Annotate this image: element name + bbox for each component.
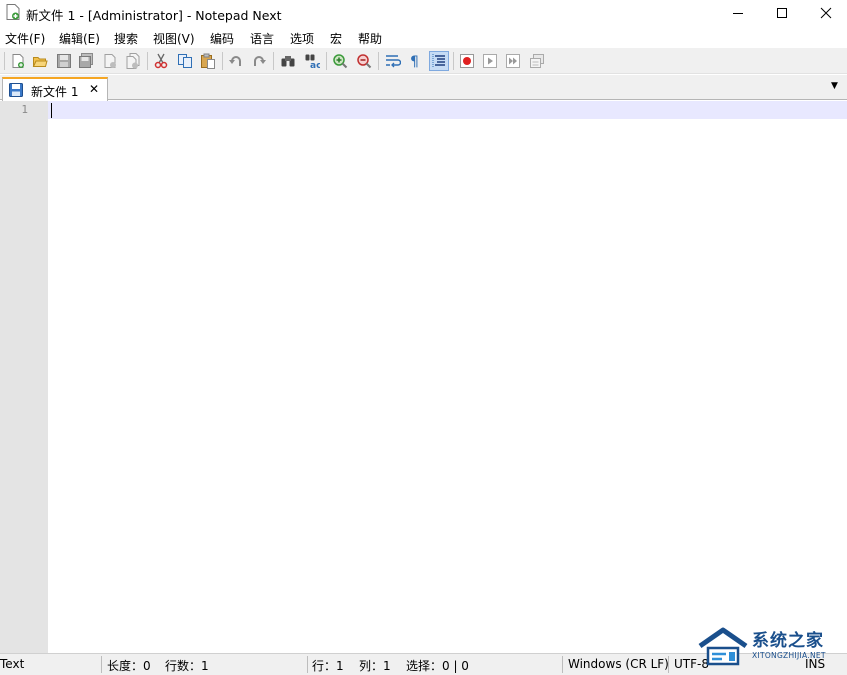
tab-label: 新文件 1: [31, 85, 79, 99]
close-icon: [104, 54, 116, 68]
watermark: 系统之家 XITONGZHIJIA.NET: [696, 624, 846, 672]
watermark-logo-icon: [698, 627, 748, 666]
open-file-icon: [32, 57, 48, 67]
save-icon: [57, 54, 71, 68]
status-language[interactable]: Text: [0, 657, 24, 671]
toolbar-separator: [222, 52, 223, 70]
redo-button[interactable]: [249, 51, 269, 71]
close-file-button[interactable]: [100, 51, 120, 71]
find-button[interactable]: [278, 51, 298, 71]
macro-record-button[interactable]: [457, 51, 477, 71]
status-separator: [101, 656, 102, 673]
word-wrap-button[interactable]: [383, 51, 403, 71]
macro-save-button[interactable]: [527, 51, 547, 71]
paste-button[interactable]: [198, 51, 218, 71]
word-wrap-icon: [386, 55, 401, 68]
app-icon: [6, 4, 20, 20]
close-all-icon: [126, 53, 140, 69]
undo-button[interactable]: [226, 51, 246, 71]
paste-icon: [201, 53, 215, 69]
macro-play-icon: [483, 54, 497, 68]
macro-run-multiple-icon: [506, 54, 520, 68]
toolbar-separator: [273, 52, 274, 70]
zoom-in-button[interactable]: [330, 51, 350, 71]
save-all-button[interactable]: [76, 51, 96, 71]
current-line-highlight: [48, 101, 847, 119]
menu-macro[interactable]: 宏: [330, 30, 342, 47]
indent-guide-icon: [432, 54, 445, 68]
menu-help[interactable]: 帮助: [358, 30, 382, 47]
menu-encoding[interactable]: 编码: [210, 30, 234, 47]
menu-language[interactable]: 语言: [250, 30, 274, 47]
redo-icon: [254, 56, 266, 66]
menu-options[interactable]: 选项: [290, 30, 314, 47]
save-button[interactable]: [54, 51, 74, 71]
macro-play-button[interactable]: [480, 51, 500, 71]
macro-save-icon: [530, 54, 544, 68]
zoom-out-button[interactable]: [354, 51, 374, 71]
maximize-icon: [777, 7, 787, 18]
zoom-in-icon: [333, 54, 348, 69]
cut-icon: [154, 53, 168, 69]
status-line: 行：1: [312, 659, 344, 673]
status-separator: [307, 656, 308, 673]
undo-icon: [229, 56, 241, 66]
cut-button[interactable]: [151, 51, 171, 71]
text-editor[interactable]: 1: [0, 101, 847, 653]
tab-close-icon[interactable]: ✕: [89, 82, 99, 96]
tab-bar: 新文件 1 ✕ ▼: [0, 75, 847, 101]
replace-icon: ac: [305, 54, 320, 69]
status-eol[interactable]: Windows (CR LF): [568, 657, 669, 671]
toolbar-separator: [147, 52, 148, 70]
status-separator: [668, 656, 669, 673]
show-all-characters-button[interactable]: ¶: [405, 51, 425, 71]
status-selection: 选择：0 | 0: [406, 659, 469, 673]
close-icon: [820, 7, 832, 18]
line-number: 1: [21, 103, 28, 116]
open-file-button[interactable]: [30, 51, 50, 71]
close-window-button[interactable]: [803, 0, 847, 25]
menu-view[interactable]: 视图(V): [153, 30, 195, 47]
svg-text:¶: ¶: [410, 54, 419, 69]
save-all-icon: [79, 53, 93, 68]
indent-guide-button[interactable]: [429, 51, 449, 71]
status-separator: [562, 656, 563, 673]
close-all-button[interactable]: [123, 51, 143, 71]
window-title: 新文件 1 - [Administrator] - Notepad Next: [26, 8, 282, 23]
minimize-icon: [733, 12, 743, 14]
show-all-characters-icon: ¶: [410, 54, 419, 69]
macro-run-multiple-button[interactable]: [503, 51, 523, 71]
toolbar: ac ¶: [0, 48, 847, 74]
line-number-gutter: 1: [0, 101, 48, 653]
find-icon: [281, 56, 295, 67]
new-file-button[interactable]: [8, 51, 28, 71]
save-icon: [9, 83, 23, 97]
menu-search[interactable]: 搜索: [114, 30, 138, 47]
text-caret: [51, 103, 52, 118]
maximize-button[interactable]: [759, 0, 805, 25]
watermark-subtitle: XITONGZHIJIA.NET: [752, 651, 826, 660]
menu-bar: 文件(F) 编辑(E) 搜索 视图(V) 编码 语言 选项 宏 帮助: [0, 27, 847, 48]
toolbar-separator: [326, 52, 327, 70]
menu-file[interactable]: 文件(F): [5, 30, 45, 47]
copy-icon: [178, 54, 192, 68]
status-column: 列：1: [359, 659, 391, 673]
zoom-out-icon: [357, 54, 372, 69]
menu-edit[interactable]: 编辑(E): [59, 30, 100, 47]
status-lines: 行数：1: [165, 659, 209, 673]
title-bar: 新文件 1 - [Administrator] - Notepad Next: [0, 0, 847, 25]
replace-button[interactable]: ac: [302, 51, 322, 71]
toolbar-separator: [378, 52, 379, 70]
new-file-icon: [12, 54, 24, 68]
status-length: 长度：0: [107, 659, 151, 673]
toolbar-separator: [453, 52, 454, 70]
toolbar-grip: [4, 52, 5, 70]
macro-record-icon: [460, 54, 474, 68]
watermark-title: 系统之家: [752, 631, 824, 651]
copy-button[interactable]: [175, 51, 195, 71]
svg-text:ac: ac: [310, 61, 320, 69]
minimize-button[interactable]: [715, 0, 761, 25]
tab-document[interactable]: 新文件 1 ✕: [2, 77, 108, 101]
tab-list-dropdown-icon[interactable]: ▼: [831, 81, 838, 91]
